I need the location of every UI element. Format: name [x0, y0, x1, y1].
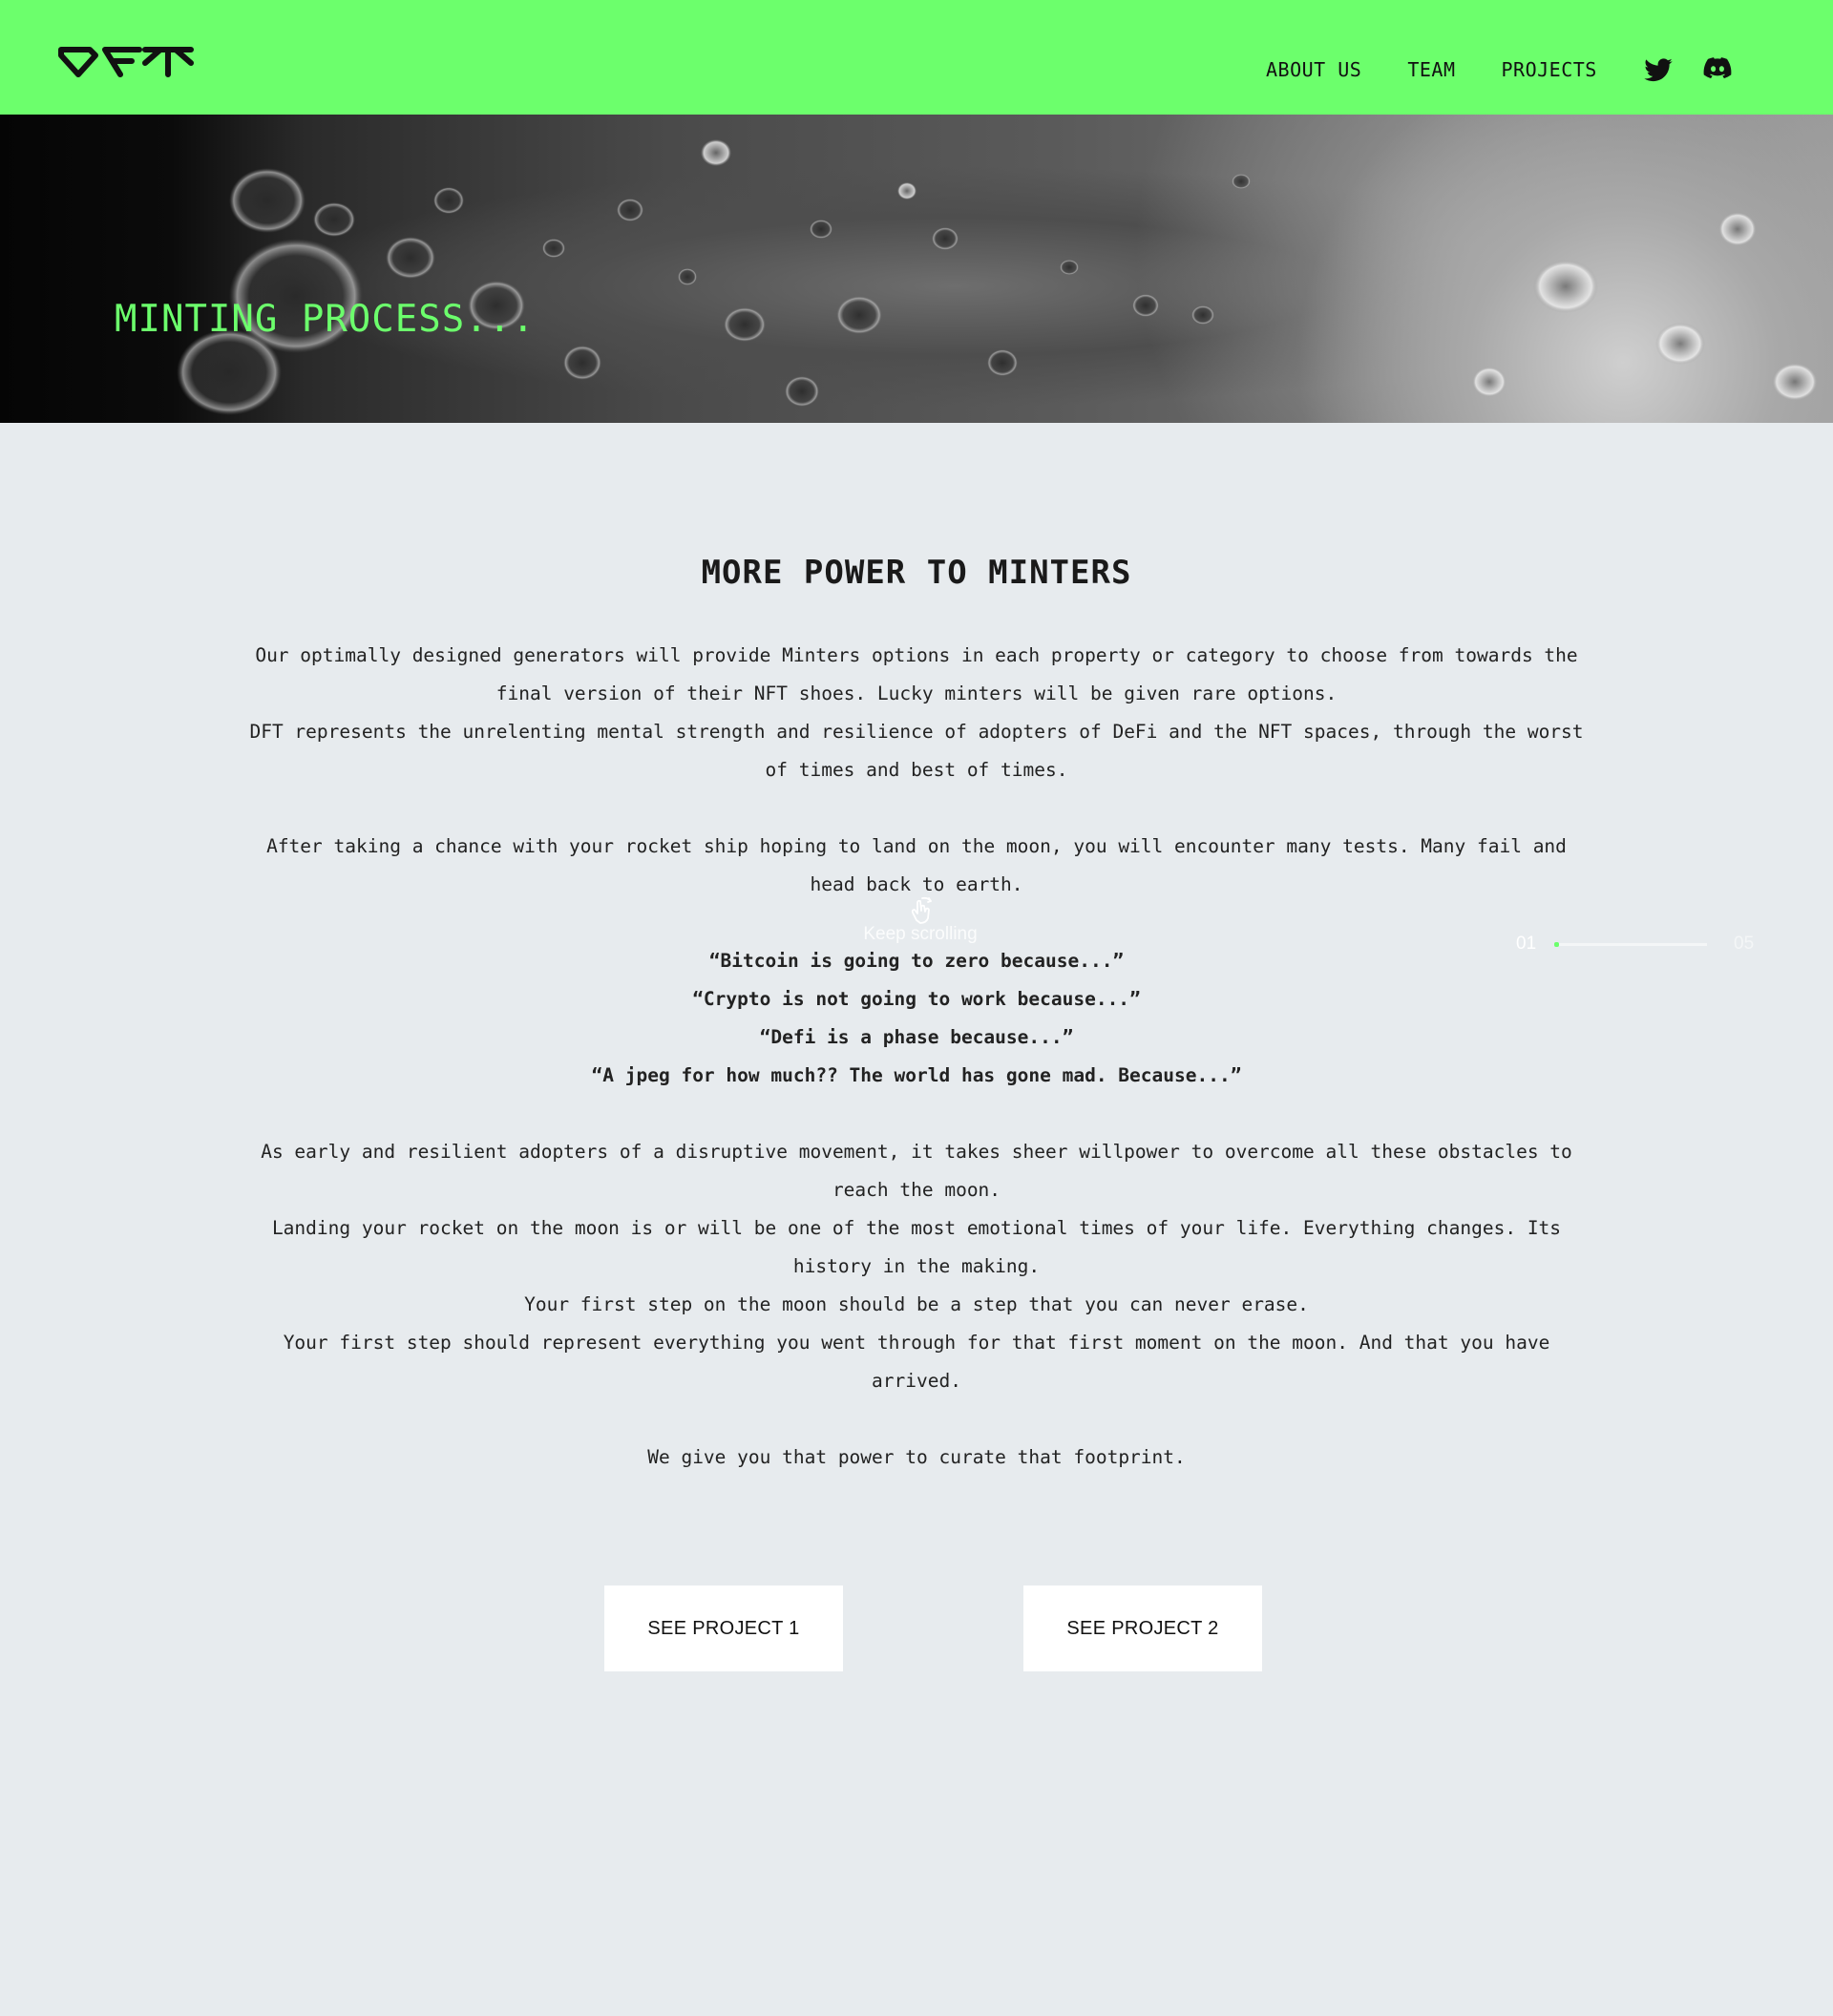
progress-track — [1554, 942, 1707, 947]
intro-text-line: DFT represents the unrelenting mental st… — [249, 721, 1584, 781]
nav-about-us[interactable]: ABOUT US — [1266, 58, 1361, 81]
progress-end-label: 05 — [1734, 934, 1755, 954]
quote-line: “A jpeg for how much?? The world has gon… — [591, 1064, 1242, 1086]
hero-title: MINTING PROCESS... — [115, 298, 536, 341]
hand-swipe-icon — [911, 896, 932, 924]
adopters-text-line: Your first step should represent everyth… — [283, 1332, 1550, 1392]
dft-logo[interactable] — [57, 42, 196, 80]
adopters-text-line: As early and resilient adopters of a dis… — [261, 1141, 1572, 1201]
see-project-1-button[interactable]: SEE PROJECT 1 — [604, 1586, 843, 1671]
rocket-paragraph: After taking a chance with your rocket s… — [266, 835, 1567, 895]
site-header: ABOUT US TEAM PROJECTS — [0, 0, 1833, 115]
section-title: MORE POWER TO MINTERS — [701, 554, 1132, 592]
hero-banner: MINTING PROCESS... — [0, 115, 1833, 423]
see-project-2-button[interactable]: SEE PROJECT 2 — [1023, 1586, 1262, 1671]
adopters-text-line: Landing your rocket on the moon is or wi… — [271, 1217, 1562, 1277]
adopters-text-line: Your first step on the moon should be a … — [524, 1293, 1309, 1315]
quote-line: “Bitcoin is going to zero because...” — [708, 950, 1125, 972]
section-progress: 01 05 — [1516, 934, 1757, 956]
nav-team[interactable]: TEAM — [1407, 58, 1455, 81]
progress-start-label: 01 — [1516, 934, 1537, 954]
twitter-icon[interactable] — [1643, 55, 1674, 86]
quote-line: “Defi is a phase because...” — [759, 1026, 1074, 1048]
keep-scrolling-label: Keep scrolling — [863, 924, 978, 944]
moon-surface-image — [177, 139, 1818, 415]
nav-projects[interactable]: PROJECTS — [1502, 58, 1597, 81]
closing-paragraph: We give you that power to curate that fo… — [647, 1446, 1186, 1468]
keep-scrolling-indicator: Keep scrolling — [840, 895, 1001, 945]
main-nav: ABOUT US TEAM PROJECTS — [1266, 53, 1765, 86]
discord-icon[interactable] — [1702, 52, 1733, 83]
quote-line: “Crypto is not going to work because...” — [692, 988, 1141, 1010]
intro-paragraph: Our optimally designed generators will p… — [239, 637, 1594, 1477]
progress-fill — [1554, 942, 1559, 947]
intro-text-line: Our optimally designed generators will p… — [255, 644, 1578, 704]
